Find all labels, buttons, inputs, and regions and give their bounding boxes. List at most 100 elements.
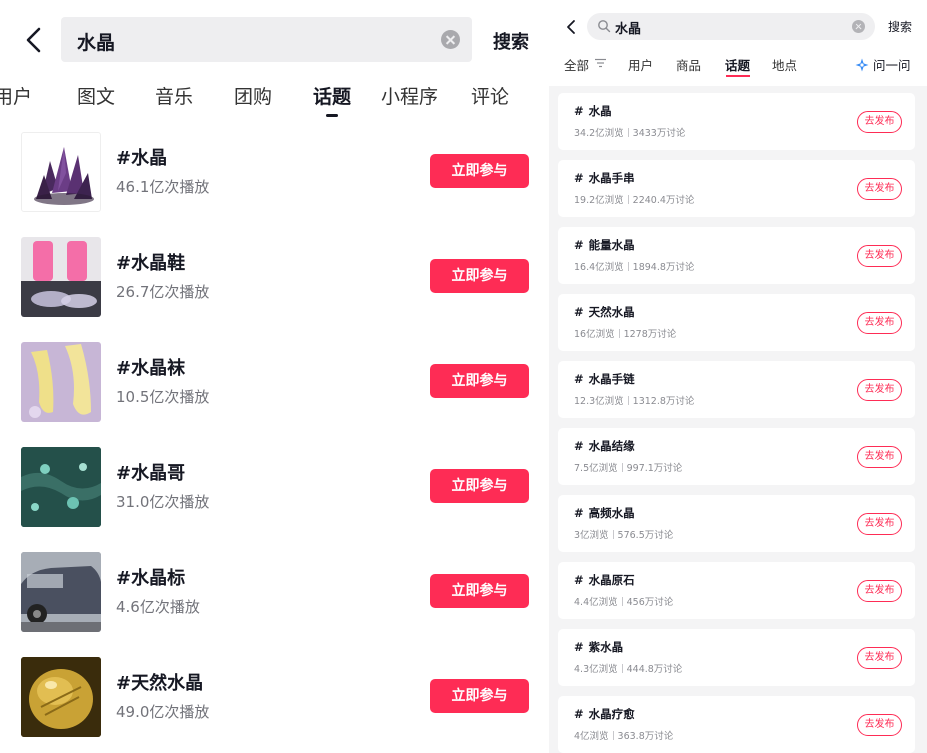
topic-name: 能量水晶	[588, 238, 635, 252]
join-button[interactable]: 立即参与	[430, 469, 529, 503]
search-button[interactable]: 搜索	[493, 28, 529, 54]
topic-discussions: 444.8万讨论	[626, 664, 683, 675]
topic-stats: 4亿浏览 363.8万讨论	[574, 728, 673, 742]
topic-name: 水晶结缘	[588, 439, 635, 453]
join-button[interactable]: 立即参与	[430, 574, 529, 608]
tab-all[interactable]: 全部	[564, 55, 589, 74]
topic-thumbnail	[21, 342, 101, 422]
topic-play-count: 10.5亿次播放	[116, 388, 210, 406]
topic-views: 7.5亿浏览	[574, 463, 618, 474]
topic-card[interactable]: # 高频水晶 3亿浏览 576.5万讨论 去发布	[558, 495, 915, 552]
tab-products[interactable]: 商品	[676, 55, 701, 74]
publish-button[interactable]: 去发布	[857, 513, 902, 535]
clear-icon[interactable]	[852, 20, 865, 33]
topic-list-item[interactable]: #水晶鞋 26.7亿次播放 立即参与	[0, 237, 548, 327]
search-query: 水晶	[615, 22, 642, 37]
search-input[interactable]: 水晶	[61, 17, 472, 62]
hashtag-icon: #	[574, 707, 584, 721]
stat-divider	[621, 664, 623, 673]
publish-button[interactable]: 去发布	[857, 714, 902, 736]
publish-button[interactable]: 去发布	[857, 647, 902, 669]
topic-play-count: 46.1亿次播放	[116, 178, 210, 196]
stat-divider	[627, 128, 629, 137]
right-search-panel: 水晶 搜索 全部 用户 商品 话题 地点 问一问 # 水晶 34.2亿浏览 3433万…	[549, 0, 927, 753]
topic-card[interactable]: # 水晶 34.2亿浏览 3433万讨论 去发布	[558, 93, 915, 150]
back-arrow-icon[interactable]	[22, 26, 46, 54]
hashtag-icon: #	[574, 238, 584, 252]
topic-thumbnail	[21, 237, 101, 317]
topic-title: #水晶袜	[116, 358, 186, 379]
tab-topics[interactable]: 话题	[313, 82, 351, 109]
tab-places[interactable]: 地点	[772, 55, 797, 74]
topic-card[interactable]: # 水晶手串 19.2亿浏览 2240.4万讨论 去发布	[558, 160, 915, 217]
publish-button[interactable]: 去发布	[857, 111, 902, 133]
topic-thumbnail	[21, 552, 101, 632]
topic-card[interactable]: # 水晶疗愈 4亿浏览 363.8万讨论 去发布	[558, 696, 915, 753]
topic-discussions: 1312.8万讨论	[632, 396, 695, 407]
join-button[interactable]: 立即参与	[430, 679, 529, 713]
tab-topics[interactable]: 话题	[725, 55, 750, 74]
join-button[interactable]: 立即参与	[430, 259, 529, 293]
topic-stats: 19.2亿浏览 2240.4万讨论	[574, 192, 694, 206]
stat-divider	[618, 329, 620, 338]
topic-list-item[interactable]: #水晶 46.1亿次播放 立即参与	[0, 132, 548, 222]
tab-users[interactable]: 用户	[628, 55, 653, 74]
topic-card[interactable]: # 水晶结缘 7.5亿浏览 997.1万讨论 去发布	[558, 428, 915, 485]
hashtag-icon: #	[574, 506, 584, 520]
join-button[interactable]: 立即参与	[430, 364, 529, 398]
topic-title: # 高频水晶	[574, 505, 635, 521]
topic-discussions: 2240.4万讨论	[632, 195, 695, 206]
publish-button[interactable]: 去发布	[857, 312, 902, 334]
ask-label: 问一问	[873, 58, 911, 73]
tab-comments[interactable]: 评论	[471, 82, 509, 109]
topic-title: # 水晶手链	[574, 371, 635, 387]
topic-discussions: 456万讨论	[626, 597, 674, 608]
topic-views: 4亿浏览	[574, 731, 609, 742]
hashtag-icon: #	[574, 439, 584, 453]
tab-music[interactable]: 音乐	[155, 82, 193, 109]
tab-users[interactable]: 用户	[0, 82, 32, 109]
topic-views: 4.4亿浏览	[574, 597, 618, 608]
publish-button[interactable]: 去发布	[857, 245, 902, 267]
topic-views: 3亿浏览	[574, 530, 609, 541]
ask-button[interactable]: 问一问	[855, 55, 911, 74]
topic-list-item[interactable]: #天然水晶 49.0亿次播放 立即参与	[0, 657, 548, 747]
search-input[interactable]: 水晶	[587, 13, 875, 40]
publish-button[interactable]: 去发布	[857, 580, 902, 602]
hashtag-icon: #	[574, 171, 584, 185]
back-arrow-icon[interactable]	[565, 19, 577, 35]
publish-button[interactable]: 去发布	[857, 379, 902, 401]
topic-card[interactable]: # 水晶原石 4.4亿浏览 456万讨论 去发布	[558, 562, 915, 619]
topic-discussions: 576.5万讨论	[617, 530, 674, 541]
topic-discussions: 1894.8万讨论	[632, 262, 695, 273]
topic-list-item[interactable]: #水晶标 4.6亿次播放 立即参与	[0, 552, 548, 642]
topic-discussions: 1278万讨论	[623, 329, 677, 340]
search-button[interactable]: 搜索	[888, 18, 912, 35]
filter-icon[interactable]	[595, 58, 606, 68]
topic-card[interactable]: # 天然水晶 16亿浏览 1278万讨论 去发布	[558, 294, 915, 351]
topic-list-item[interactable]: #水晶袜 10.5亿次播放 立即参与	[0, 342, 548, 432]
topic-stats: 12.3亿浏览 1312.8万讨论	[574, 393, 694, 407]
topic-title: # 紫水晶	[574, 639, 623, 655]
publish-button[interactable]: 去发布	[857, 178, 902, 200]
topic-stats: 34.2亿浏览 3433万讨论	[574, 125, 685, 139]
topic-card[interactable]: # 紫水晶 4.3亿浏览 444.8万讨论 去发布	[558, 629, 915, 686]
clear-icon[interactable]	[441, 30, 460, 49]
tab-group-buy[interactable]: 团购	[234, 82, 272, 109]
topic-card[interactable]: # 水晶手链 12.3亿浏览 1312.8万讨论 去发布	[558, 361, 915, 418]
tab-image-text[interactable]: 图文	[77, 82, 115, 109]
topic-thumbnail	[21, 657, 101, 737]
search-header: 水晶 搜索 全部 用户 商品 话题 地点 问一问	[549, 0, 927, 86]
topic-list-item[interactable]: #水晶哥 31.0亿次播放 立即参与	[0, 447, 548, 537]
join-button[interactable]: 立即参与	[430, 154, 529, 188]
hashtag-icon: #	[574, 573, 584, 587]
tab-mini-programs[interactable]: 小程序	[381, 82, 438, 109]
topic-card[interactable]: # 能量水晶 16.4亿浏览 1894.8万讨论 去发布	[558, 227, 915, 284]
topic-name: 高频水晶	[588, 506, 635, 520]
topic-views: 16.4亿浏览	[574, 262, 624, 273]
publish-button[interactable]: 去发布	[857, 446, 902, 468]
topic-thumbnail	[21, 132, 101, 212]
topic-views: 16亿浏览	[574, 329, 615, 340]
topic-name: 水晶手链	[588, 372, 635, 386]
topic-views: 34.2亿浏览	[574, 128, 624, 139]
